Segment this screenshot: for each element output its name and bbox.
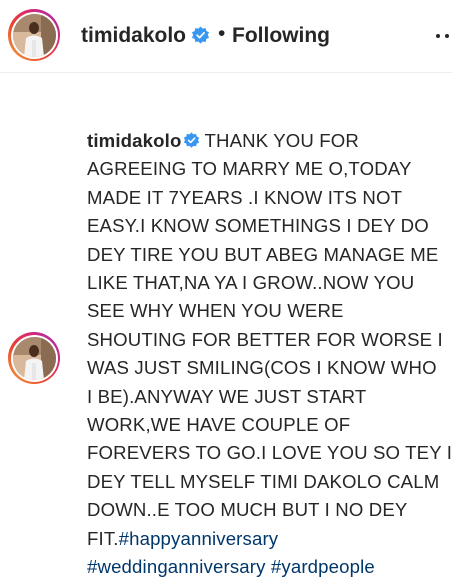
caption-text: FIT. [87, 527, 119, 549]
caption-line: AGREEING TO MARRY ME O,TODAY [87, 158, 412, 180]
hashtag-link[interactable]: #yardpeople [271, 556, 375, 577]
more-options-icon[interactable] [436, 34, 452, 40]
caption-line: #weddinganniversary #yardpeople [87, 553, 452, 581]
caption-avatar[interactable] [8, 332, 60, 384]
caption-line: FOREVERS TO GO.I LOVE YOU SO TEY I [87, 442, 452, 464]
caption-line: WORK,WE HAVE COUPLE OF [87, 414, 351, 436]
post-caption: timidakolo THANK YOU FOR AGREEING TO MARR… [87, 127, 452, 582]
caption-line: SEE WHY WHEN YOU WERE [87, 300, 344, 322]
caption-line: DEY TELL MYSELF TIMI DAKOLO CALM [87, 470, 440, 492]
post-header: timidakolo • Following [0, 0, 452, 73]
following-button[interactable]: Following [232, 24, 330, 48]
verified-badge-icon [184, 132, 200, 148]
caption-line: SHOUTING FOR BETTER FOR WORSE I [87, 328, 443, 350]
caption-line: DOWN..E TOO MUCH BUT I NO DEY [87, 499, 408, 521]
caption-text: THANK YOU FOR [204, 130, 359, 151]
profile-avatar[interactable] [8, 9, 60, 61]
caption-line: timidakolo THANK YOU FOR [87, 127, 452, 155]
caption-line: LIKE THAT,NA YA I GROW..NOW YOU [87, 272, 415, 294]
caption-line: FIT.#happyanniversary [87, 525, 452, 553]
caption-line: I BE).ANYWAY WE JUST START [87, 385, 367, 407]
caption-avatar-photo [12, 336, 56, 380]
separator-dot: • [218, 22, 226, 45]
caption-line: WAS JUST SMILING(COS I KNOW WHO [87, 357, 437, 379]
caption-line: MADE IT 7YEARS .I KNOW ITS NOT [87, 186, 403, 208]
avatar-photo [12, 13, 56, 57]
caption-line: EASY.I KNOW SOMETHINGS I DEY DO [87, 215, 429, 237]
hashtag-link[interactable]: #weddinganniversary [87, 556, 266, 577]
post-username[interactable]: timidakolo [81, 24, 186, 48]
verified-badge-icon [191, 26, 210, 47]
caption-line: DEY TIRE YOU BUT ABEG MANAGE ME [87, 243, 439, 265]
hashtag-link[interactable]: #happyanniversary [119, 528, 279, 549]
caption-username[interactable]: timidakolo [87, 130, 181, 151]
